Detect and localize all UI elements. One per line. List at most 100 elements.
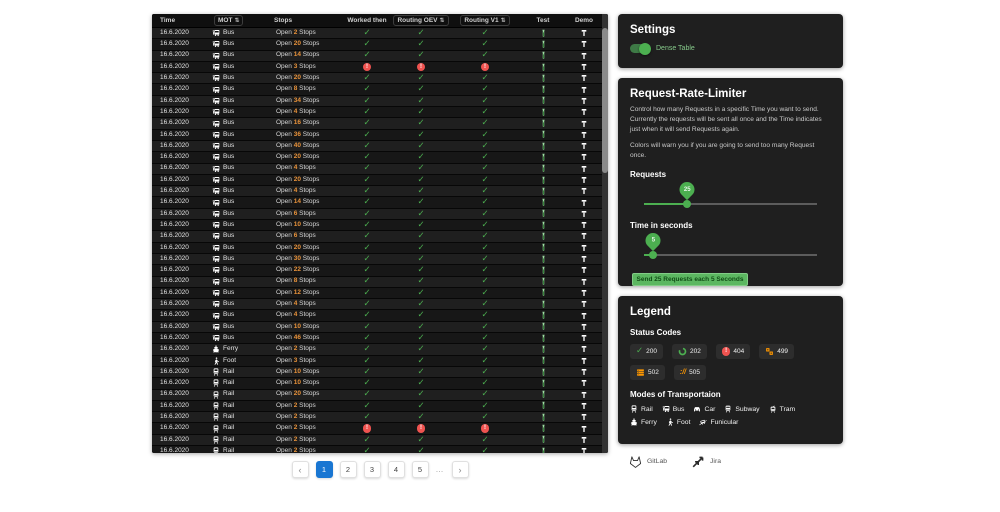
test-button[interactable] [520, 130, 566, 139]
test-button[interactable] [520, 356, 566, 365]
demo-button[interactable] [566, 425, 602, 433]
scrollbar-thumb[interactable] [602, 28, 608, 173]
demo-button[interactable] [566, 413, 602, 421]
demo-button[interactable] [566, 29, 602, 37]
demo-button[interactable] [566, 368, 602, 376]
demo-button[interactable] [566, 120, 602, 128]
test-button[interactable] [520, 142, 566, 151]
test-button[interactable] [520, 345, 566, 354]
demo-button[interactable] [566, 232, 602, 240]
test-button[interactable] [520, 96, 566, 105]
demo-button[interactable] [566, 187, 602, 195]
test-button[interactable] [520, 413, 566, 422]
test-button[interactable] [520, 221, 566, 230]
page-button-5[interactable]: 5 [412, 461, 429, 478]
test-button[interactable] [520, 300, 566, 309]
test-button[interactable] [520, 424, 566, 433]
test-button[interactable] [520, 334, 566, 343]
demo-button[interactable] [566, 86, 602, 94]
test-button[interactable] [520, 40, 566, 49]
test-button[interactable] [520, 108, 566, 117]
test-button[interactable] [520, 187, 566, 196]
test-button[interactable] [520, 198, 566, 207]
table-scrollbar[interactable] [602, 14, 608, 453]
demo-button[interactable] [566, 221, 602, 229]
demo-button[interactable] [566, 323, 602, 331]
demo-button[interactable] [566, 289, 602, 297]
demo-button[interactable] [566, 142, 602, 150]
gitlab-link[interactable]: GitLab [628, 454, 667, 469]
column-header-routing-oev[interactable]: Routing OEV⇅ [392, 15, 450, 26]
column-header-routing-v1[interactable]: Routing V1⇅ [450, 15, 520, 26]
test-button[interactable] [520, 29, 566, 38]
requests-slider[interactable]: 25 [644, 179, 817, 212]
demo-button[interactable] [566, 345, 602, 353]
test-button[interactable] [520, 435, 566, 444]
page-button-1[interactable]: 1 [316, 461, 333, 478]
worked-then-status: ✓ [342, 311, 392, 320]
test-button[interactable] [520, 164, 566, 173]
test-button[interactable] [520, 322, 566, 331]
time-slider[interactable]: 5 [644, 230, 817, 263]
demo-button[interactable] [566, 255, 602, 263]
test-button[interactable] [520, 390, 566, 399]
test-button[interactable] [520, 266, 566, 275]
demo-button[interactable] [566, 436, 602, 444]
test-button[interactable] [520, 74, 566, 83]
test-button[interactable] [520, 63, 566, 72]
test-button[interactable] [520, 209, 566, 218]
slider-track[interactable] [644, 254, 817, 256]
test-button[interactable] [520, 51, 566, 60]
demo-button[interactable] [566, 176, 602, 184]
test-button[interactable] [520, 401, 566, 410]
time-slider-thumb[interactable] [649, 251, 657, 259]
demo-button[interactable] [566, 402, 602, 410]
demo-button[interactable] [566, 278, 602, 286]
demo-button[interactable] [566, 391, 602, 399]
demo-button[interactable] [566, 63, 602, 71]
test-button[interactable] [520, 232, 566, 241]
page-button-3[interactable]: 3 [364, 461, 381, 478]
test-button[interactable] [520, 368, 566, 377]
test-button[interactable] [520, 311, 566, 320]
demo-button[interactable] [566, 153, 602, 161]
jira-link[interactable]: Jira [691, 454, 721, 469]
next-page-button[interactable]: › [452, 461, 469, 478]
page-button-4[interactable]: 4 [388, 461, 405, 478]
demo-button[interactable] [566, 74, 602, 82]
demo-button[interactable] [566, 40, 602, 48]
stops-cell: Open 10 Stops [266, 380, 342, 387]
page-button-2[interactable]: 2 [340, 461, 357, 478]
requests-slider-thumb[interactable] [683, 200, 691, 208]
test-button[interactable] [520, 119, 566, 128]
demo-button[interactable] [566, 199, 602, 207]
test-button[interactable] [520, 243, 566, 252]
dense-table-toggle[interactable] [630, 44, 650, 53]
demo-button[interactable] [566, 52, 602, 60]
demo-button[interactable] [566, 210, 602, 218]
test-button[interactable] [520, 176, 566, 185]
demo-button[interactable] [566, 357, 602, 365]
demo-button[interactable] [566, 108, 602, 116]
toggle-knob[interactable] [639, 43, 651, 55]
demo-button[interactable] [566, 165, 602, 173]
test-button[interactable] [520, 153, 566, 162]
test-button[interactable] [520, 447, 566, 453]
test-button[interactable] [520, 379, 566, 388]
demo-button[interactable] [566, 379, 602, 387]
test-button[interactable] [520, 288, 566, 297]
demo-button[interactable] [566, 244, 602, 252]
test-button[interactable] [520, 277, 566, 286]
prev-page-button[interactable]: ‹ [292, 461, 309, 478]
demo-button[interactable] [566, 334, 602, 342]
test-button[interactable] [520, 255, 566, 264]
demo-button[interactable] [566, 131, 602, 139]
send-requests-button[interactable]: Send 25 Requests each 5 Seconds [632, 273, 748, 286]
column-header-mot[interactable]: MOT⇅ [206, 15, 266, 26]
demo-button[interactable] [566, 97, 602, 105]
demo-button[interactable] [566, 300, 602, 308]
demo-button[interactable] [566, 266, 602, 274]
demo-button[interactable] [566, 447, 602, 453]
demo-button[interactable] [566, 312, 602, 320]
test-button[interactable] [520, 85, 566, 94]
